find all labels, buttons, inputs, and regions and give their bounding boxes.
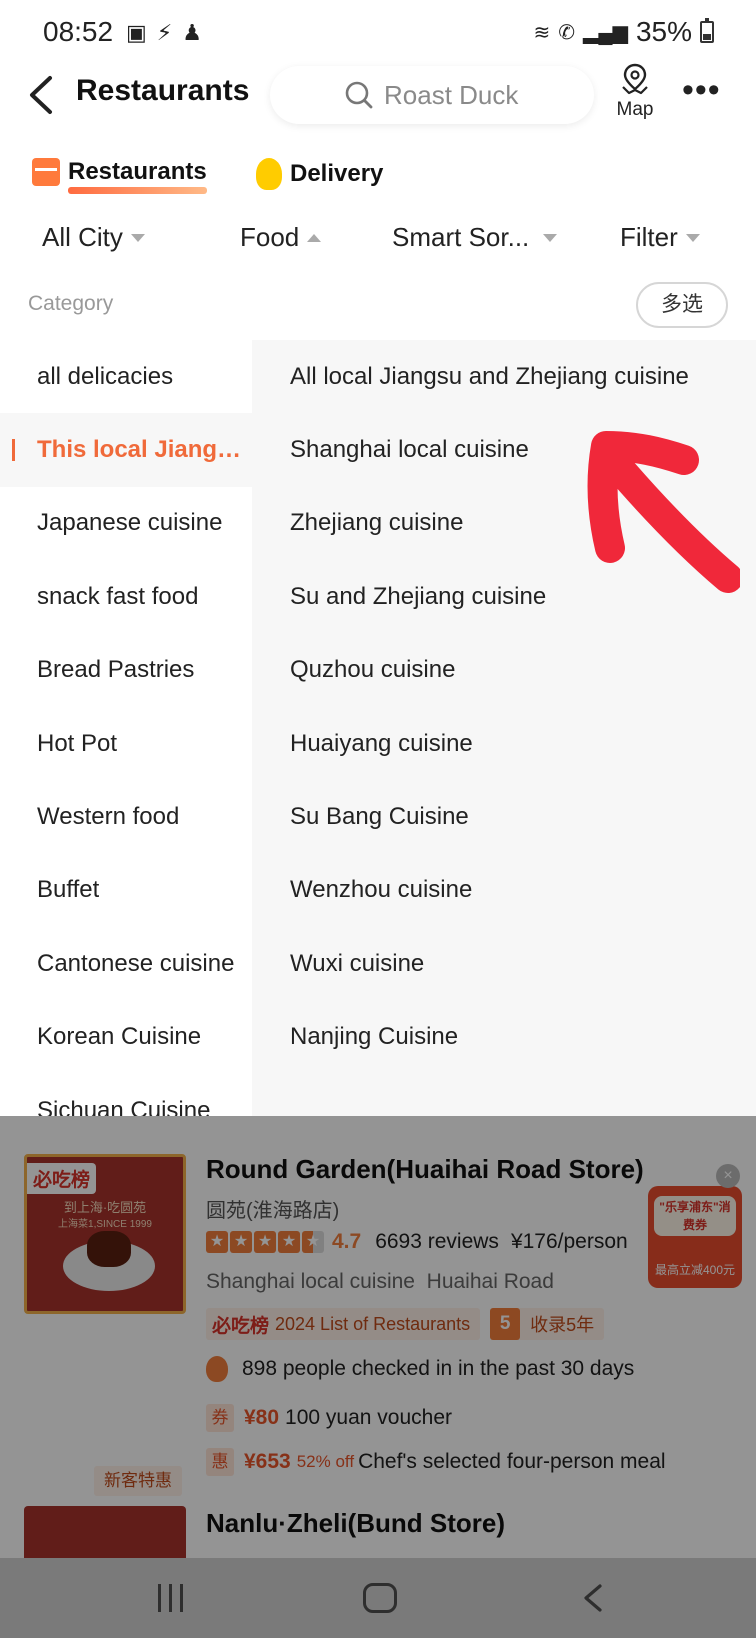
map-pin-icon	[622, 63, 648, 95]
status-bar: 08:52 ▣ ⚡ ♟ ≋ ✆ ▂▄▆ 35%	[0, 0, 756, 64]
subcategory-item[interactable]: Huaiyang cuisine	[252, 707, 756, 780]
notification-icons: ▣ ⚡ ♟	[126, 20, 202, 46]
battery-percent: 35%	[635, 16, 692, 47]
category-item[interactable]: all delicacies	[0, 340, 252, 413]
multi-select-button[interactable]: 多选	[636, 282, 728, 328]
profile-icon: ♟	[182, 20, 202, 45]
category-item[interactable]: Japanese cuisine	[0, 487, 252, 560]
map-button[interactable]: Map	[610, 62, 660, 128]
category-item[interactable]: Korean Cuisine	[0, 1001, 252, 1074]
search-icon	[345, 81, 373, 109]
category-item[interactable]: snack fast food	[0, 560, 252, 633]
caret-down-icon	[130, 233, 145, 242]
filter-bar: All City Food Smart Sor... Filter	[0, 210, 756, 266]
filter-sort[interactable]: Smart Sor...	[392, 222, 558, 253]
caret-up-icon	[307, 233, 322, 242]
dim-overlay[interactable]	[0, 1116, 756, 1558]
clock: 08:52	[43, 16, 114, 47]
system-back-icon[interactable]	[574, 1578, 614, 1618]
category-item[interactable]: Bread Pastries	[0, 634, 252, 707]
home-icon[interactable]	[360, 1578, 400, 1618]
filter-more[interactable]: Filter	[620, 222, 700, 253]
search-bar[interactable]: Roast Duck	[270, 66, 594, 124]
back-button[interactable]	[22, 70, 66, 120]
tab-delivery[interactable]: Delivery	[256, 158, 383, 190]
flash-icon: ⚡	[156, 20, 173, 45]
system-nav-bar	[0, 1558, 756, 1638]
recent-apps-icon[interactable]	[150, 1578, 190, 1618]
delivery-bunny-icon	[256, 158, 282, 190]
caret-down-icon	[543, 233, 558, 242]
top-nav: Restaurants Roast Duck Map •••	[0, 60, 756, 130]
search-placeholder: Roast Duck	[384, 79, 519, 110]
primary-category-list: all delicacies This local Jiangs... Japa…	[0, 340, 252, 1120]
caret-down-icon	[685, 233, 700, 242]
image-icon: ▣	[126, 20, 147, 45]
page-title: Restaurants	[76, 74, 250, 107]
category-item[interactable]: Western food	[0, 780, 252, 853]
filter-food[interactable]: Food	[240, 222, 322, 253]
annotation-arrow-icon	[587, 431, 740, 593]
category-item[interactable]: Sichuan Cuisine	[0, 1074, 252, 1120]
storefront-icon	[32, 158, 60, 186]
category-item[interactable]: Cantonese cuisine	[0, 927, 252, 1000]
subcategory-item[interactable]: Wuxi cuisine	[252, 927, 756, 1000]
filter-label: All City	[42, 222, 123, 252]
tab-restaurants[interactable]: Restaurants	[32, 158, 207, 194]
system-indicators: ≋ ✆ ▂▄▆ 35%	[533, 16, 714, 48]
map-label: Map	[616, 99, 654, 120]
filter-label: Food	[240, 222, 300, 252]
more-options-icon[interactable]: •••	[682, 73, 722, 110]
chevron-left-icon	[30, 76, 52, 114]
filter-city[interactable]: All City	[42, 222, 145, 253]
subcategory-item[interactable]: Su Bang Cuisine	[252, 780, 756, 853]
subcategory-item[interactable]: Quzhou cuisine	[252, 634, 756, 707]
signal-icon: ▂▄▆	[583, 21, 628, 44]
tab-label: Restaurants	[68, 158, 207, 194]
filter-label: Filter	[620, 222, 678, 252]
category-item-selected[interactable]: This local Jiangs...	[0, 413, 252, 487]
subcategory-item[interactable]: All local Jiangsu and Zhejiang cuisine	[252, 340, 756, 413]
filter-label: Smart Sor...	[392, 222, 530, 252]
call-icon: ✆	[558, 21, 576, 44]
category-label: Category	[28, 292, 114, 315]
category-header: Category 多选	[0, 276, 756, 336]
type-tabs: Restaurants Delivery	[0, 150, 756, 206]
subcategory-item[interactable]: Wenzhou cuisine	[252, 854, 756, 927]
tab-label: Delivery	[290, 160, 384, 187]
subcategory-item[interactable]: Nanjing Cuisine	[252, 1001, 756, 1074]
wifi-calling-icon: ≋	[533, 21, 551, 44]
battery-icon	[700, 18, 714, 43]
category-item[interactable]: Buffet	[0, 854, 252, 927]
category-item[interactable]: Hot Pot	[0, 707, 252, 780]
